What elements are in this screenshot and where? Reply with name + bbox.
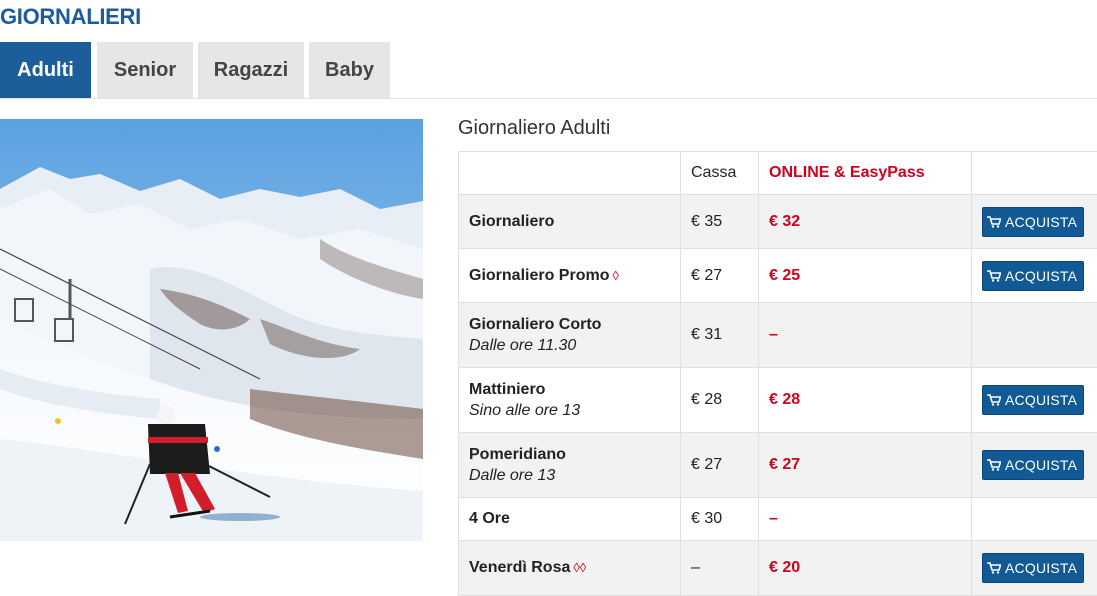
tab-ragazzi[interactable]: Ragazzi [198,42,304,98]
diamond-icon: ◊◊ [573,560,586,575]
table-row: Pomeridiano Dalle ore 13 € 27 € 27 ACQUIS… [459,433,1097,498]
row-online: € 27 [769,456,800,473]
section-title: GIORNALIERI [0,4,141,30]
header-cassa: Cassa [681,152,759,195]
row-online: € 32 [769,213,800,230]
row-name: Giornaliero [469,213,554,230]
row-action-empty [972,498,1097,541]
table-header-row: Cassa ONLINE & EasyPass [459,152,1097,195]
row-online: – [769,326,778,343]
row-note: Dalle ore 11.30 [469,337,670,355]
row-cassa: – [681,541,759,596]
table-row: Giornaliero € 35 € 32 ACQUISTA [459,195,1097,249]
buy-button[interactable]: ACQUISTA [982,385,1084,415]
table-row: 4 Ore € 30 – [459,498,1097,541]
tab-bar: Adulti Senior Ragazzi Baby [0,42,1097,99]
row-cassa: € 31 [681,303,759,368]
buy-button-label: ACQUISTA [1005,392,1077,408]
price-table: Cassa ONLINE & EasyPass Giornaliero € 35… [458,151,1097,596]
buy-button[interactable]: ACQUISTA [982,553,1084,583]
row-name: Giornaliero Corto [469,316,670,334]
row-name: Mattiniero [469,381,670,399]
shopping-cart-icon [987,270,1001,282]
tab-adulti[interactable]: Adulti [0,42,91,98]
row-action-empty [972,303,1097,368]
buy-button-label: ACQUISTA [1005,457,1077,473]
table-title: Giornaliero Adulti [458,117,610,140]
diamond-icon: ◊ [612,268,618,283]
tab-senior[interactable]: Senior [97,42,193,98]
row-online: € 25 [769,267,800,284]
header-action [972,152,1097,195]
buy-button-label: ACQUISTA [1005,268,1077,284]
row-online: € 20 [769,559,800,576]
table-row: Mattiniero Sino alle ore 13 € 28 € 28 ACQ… [459,368,1097,433]
row-name: Pomeridiano [469,446,670,464]
buy-button[interactable]: ACQUISTA [982,207,1084,237]
row-online: € 28 [769,391,800,408]
row-name: Giornaliero Promo [469,267,609,284]
row-cassa: € 35 [681,195,759,249]
buy-button-label: ACQUISTA [1005,214,1077,230]
buy-button[interactable]: ACQUISTA [982,261,1084,291]
shopping-cart-icon [987,216,1001,228]
table-row: Giornaliero Corto Dalle ore 11.30 € 31 – [459,303,1097,368]
buy-button-label: ACQUISTA [1005,560,1077,576]
buy-button[interactable]: ACQUISTA [982,450,1084,480]
shopping-cart-icon [987,459,1001,471]
shopping-cart-icon [987,394,1001,406]
shopping-cart-icon [987,562,1001,574]
row-name: 4 Ore [469,510,510,527]
table-row: Giornaliero Promo◊ € 27 € 25 ACQUISTA [459,249,1097,303]
row-note: Sino alle ore 13 [469,402,670,420]
tab-baby[interactable]: Baby [309,42,390,98]
row-online: – [769,510,778,527]
header-name [459,152,681,195]
row-cassa: € 28 [681,368,759,433]
row-note: Dalle ore 13 [469,467,670,485]
table-row: Venerdì Rosa◊◊ – € 20 ACQUISTA [459,541,1097,596]
skier-photo [0,119,423,541]
row-cassa: € 30 [681,498,759,541]
header-online: ONLINE & EasyPass [769,164,925,181]
row-cassa: € 27 [681,249,759,303]
row-name: Venerdì Rosa [469,559,570,576]
row-cassa: € 27 [681,433,759,498]
